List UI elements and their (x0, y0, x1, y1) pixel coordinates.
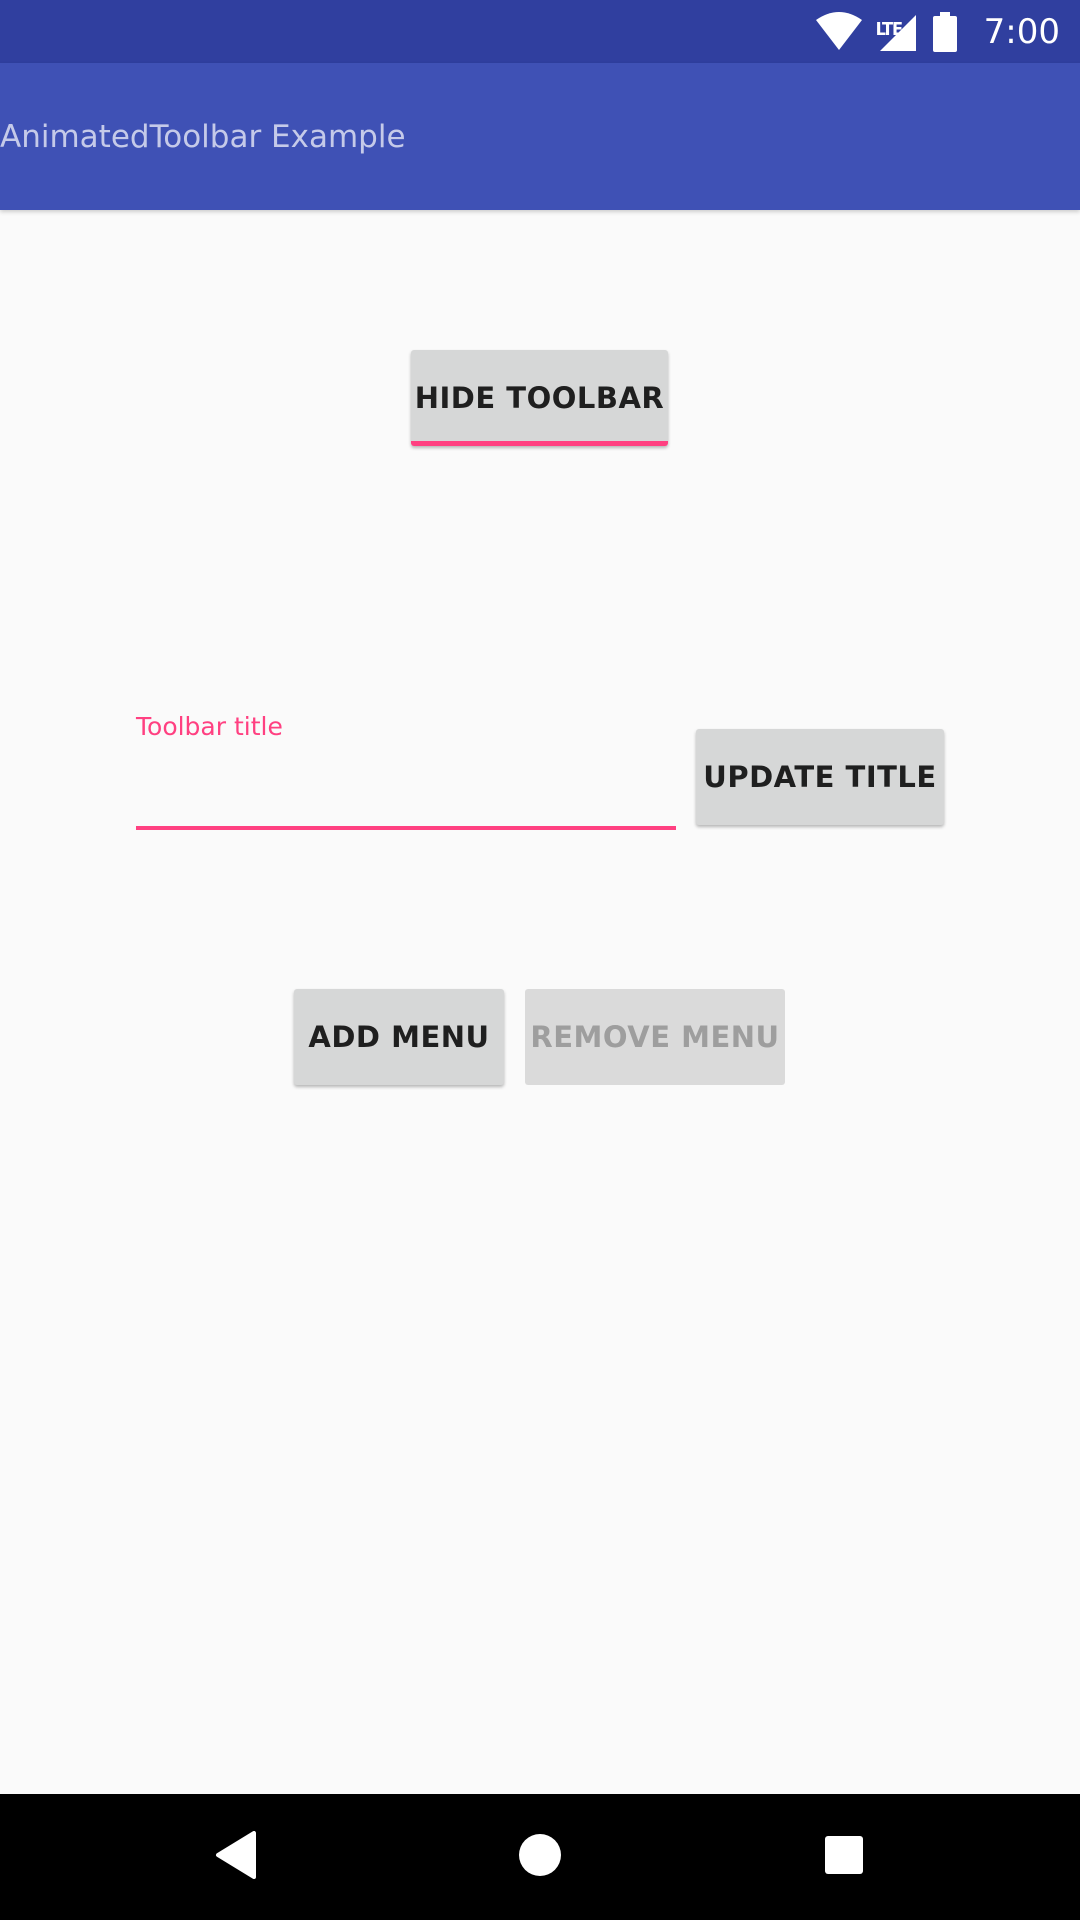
home-icon (518, 1833, 562, 1881)
update-title-button-label: UPDATE TITLE (703, 760, 937, 794)
toolbar-title-field-label: Toolbar title (136, 712, 283, 741)
network-type-label: LTE (875, 18, 903, 40)
recents-button[interactable] (764, 1794, 924, 1920)
battery-icon (932, 11, 958, 52)
toolbar-title: AnimatedToolbar Example (0, 119, 406, 155)
clock: 7:00 (983, 11, 1060, 52)
toolbar-title-input[interactable] (136, 752, 676, 824)
remove-menu-button[interactable]: REMOVE MENU (525, 989, 785, 1085)
signal-icon: LTE (876, 11, 918, 53)
add-menu-button[interactable]: ADD MENU (294, 989, 504, 1085)
status-icons: LTE 7:00 (815, 0, 1060, 63)
remove-menu-button-label: REMOVE MENU (530, 1020, 780, 1054)
navigation-bar (0, 1794, 1080, 1920)
status-bar: LTE 7:00 (0, 0, 1080, 63)
recents-icon (824, 1835, 864, 1879)
toolbar: AnimatedToolbar Example (0, 63, 1080, 210)
add-menu-button-label: ADD MENU (308, 1020, 490, 1054)
wifi-icon (815, 11, 862, 52)
update-title-button[interactable]: UPDATE TITLE (696, 729, 944, 825)
focus-indicator (411, 441, 668, 446)
toolbar-title-input-underline (136, 826, 676, 830)
hide-toolbar-button-label: HIDE TOOLBAR (414, 381, 665, 415)
home-button[interactable] (460, 1794, 620, 1920)
hide-toolbar-button[interactable]: HIDE TOOLBAR (411, 350, 668, 446)
back-button[interactable] (156, 1794, 316, 1920)
back-icon (214, 1831, 258, 1883)
screen: LTE 7:00 AnimatedToolbar Example HIDE TO… (0, 0, 1080, 1920)
